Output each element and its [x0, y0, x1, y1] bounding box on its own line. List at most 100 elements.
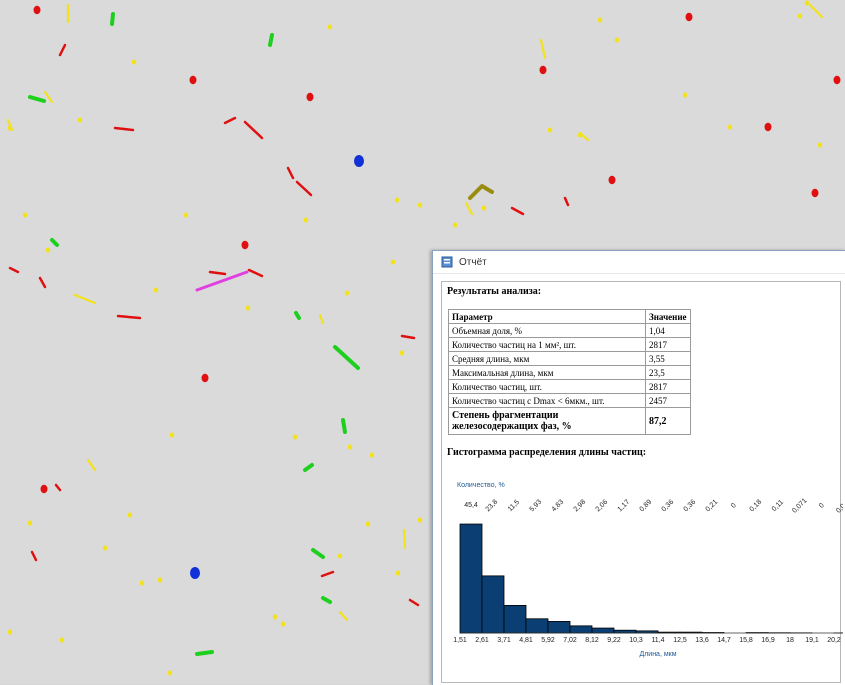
- particle: [190, 76, 197, 84]
- particle: [202, 374, 209, 382]
- bar-value-label: 0,36: [683, 499, 698, 514]
- particle: [354, 155, 364, 167]
- value-cell: 2817: [646, 380, 691, 394]
- bar-value-label: 45,4: [464, 502, 478, 509]
- particle: [197, 652, 212, 654]
- histogram-bar: [592, 628, 614, 633]
- particle: [242, 241, 249, 249]
- table-row: Количество частиц с Dmax < 6мкм., шт. 24…: [449, 394, 691, 408]
- particle: [158, 577, 162, 582]
- particle: [304, 217, 308, 222]
- x-tick-label: 18: [786, 637, 794, 644]
- particle: [345, 290, 349, 295]
- particle: [34, 6, 41, 14]
- particle: [8, 629, 12, 634]
- length-histogram-chart: Количество, % Длина, мкм 45,423,811,55,9…: [443, 473, 843, 663]
- particle: [418, 517, 422, 522]
- table-header-row: Параметр Значение: [449, 310, 691, 324]
- histogram-heading: Гистограмма распределения длины частиц:: [447, 447, 646, 458]
- param-cell: Максимальная длина, мкм: [449, 366, 646, 380]
- bar-value-label: 2,98: [573, 499, 588, 514]
- particle: [396, 570, 400, 575]
- particle: [818, 142, 822, 147]
- particle: [348, 444, 352, 449]
- particle: [338, 553, 342, 558]
- x-tick-label: 1,51: [453, 637, 467, 644]
- particle: [170, 432, 174, 437]
- particle: [273, 614, 277, 619]
- bar-value-label: 0: [818, 502, 826, 510]
- particle: [540, 66, 547, 74]
- param-cell: Степень фрагментации железосодержащих фа…: [449, 408, 646, 435]
- bar-value-label: 5,93: [529, 499, 544, 514]
- particle: [598, 17, 602, 22]
- bar-value-label: 0,071: [791, 497, 808, 514]
- particle: [41, 485, 48, 493]
- particle: [548, 127, 552, 132]
- x-tick-label: 13,6: [695, 637, 709, 644]
- x-tick-label: 19,1: [805, 637, 819, 644]
- bar-value-label: 23,8: [485, 499, 500, 514]
- bar-value-label: 0,18: [749, 499, 764, 514]
- param-cell: Средняя длина, мкм: [449, 352, 646, 366]
- particle: [103, 545, 107, 550]
- particle: [23, 212, 27, 217]
- x-tick-label: 7,02: [563, 637, 577, 644]
- particle: [615, 37, 619, 42]
- bar-value-label: 11,5: [507, 499, 521, 513]
- x-tick-label: 5,92: [541, 637, 555, 644]
- particle: [366, 521, 370, 526]
- particle: [328, 24, 332, 29]
- particle: [46, 247, 50, 252]
- bar-value-label: 0,36: [661, 499, 676, 514]
- particle: [834, 76, 841, 84]
- value-cell: 2817: [646, 338, 691, 352]
- x-tick-label: 15,8: [739, 637, 753, 644]
- particle: [60, 637, 64, 642]
- particle: [395, 197, 399, 202]
- x-tick-label: 4,81: [519, 637, 533, 644]
- param-cell: Объемная доля, %: [449, 324, 646, 338]
- report-window[interactable]: Отчёт Результаты анализа: Параметр Значе…: [432, 250, 845, 685]
- histogram-bar: [614, 630, 636, 633]
- particle: [184, 212, 188, 217]
- value-cell: 2457: [646, 394, 691, 408]
- table-row: Степень фрагментации железосодержащих фа…: [449, 408, 691, 435]
- x-tick-label: 8,12: [585, 637, 599, 644]
- particle: [609, 176, 616, 184]
- x-tick-label: 14,7: [717, 637, 731, 644]
- particle: [798, 13, 802, 18]
- table-row: Количество частиц, шт. 2817: [449, 380, 691, 394]
- particle: [140, 580, 144, 585]
- results-heading: Результаты анализа:: [447, 286, 541, 297]
- window-titlebar[interactable]: Отчёт: [433, 251, 845, 274]
- value-cell: 23,5: [646, 366, 691, 380]
- particle: [270, 35, 272, 45]
- particle: [400, 350, 404, 355]
- particle: [293, 434, 297, 439]
- bar-value-label: 0,036: [835, 497, 843, 514]
- bar-value-label: 4,83: [551, 499, 566, 514]
- table-row: Количество частиц на 1 мм², шт. 2817: [449, 338, 691, 352]
- particle: [132, 59, 136, 64]
- particle: [482, 205, 486, 210]
- particle: [281, 621, 285, 626]
- particle: [128, 512, 132, 517]
- particle: [683, 92, 687, 97]
- x-tick-label: 10,3: [629, 637, 643, 644]
- table-row: Объемная доля, % 1,04: [449, 324, 691, 338]
- x-tick-label: 16,9: [761, 637, 775, 644]
- bar-value-label: 1,17: [617, 499, 632, 514]
- y-axis-title: Количество, %: [457, 482, 505, 489]
- particle: [343, 420, 345, 432]
- window-title: Отчёт: [459, 257, 487, 268]
- particle: [418, 202, 422, 207]
- histogram-bar: [460, 524, 482, 633]
- histogram-bar: [482, 576, 504, 633]
- x-tick-label: 2,61: [475, 637, 489, 644]
- histogram-bar: [548, 621, 570, 633]
- bar-value-label: 0,89: [639, 499, 654, 514]
- particle: [812, 189, 819, 197]
- bar-value-label: 0: [730, 502, 738, 510]
- bar-value-label: 0,21: [705, 499, 720, 514]
